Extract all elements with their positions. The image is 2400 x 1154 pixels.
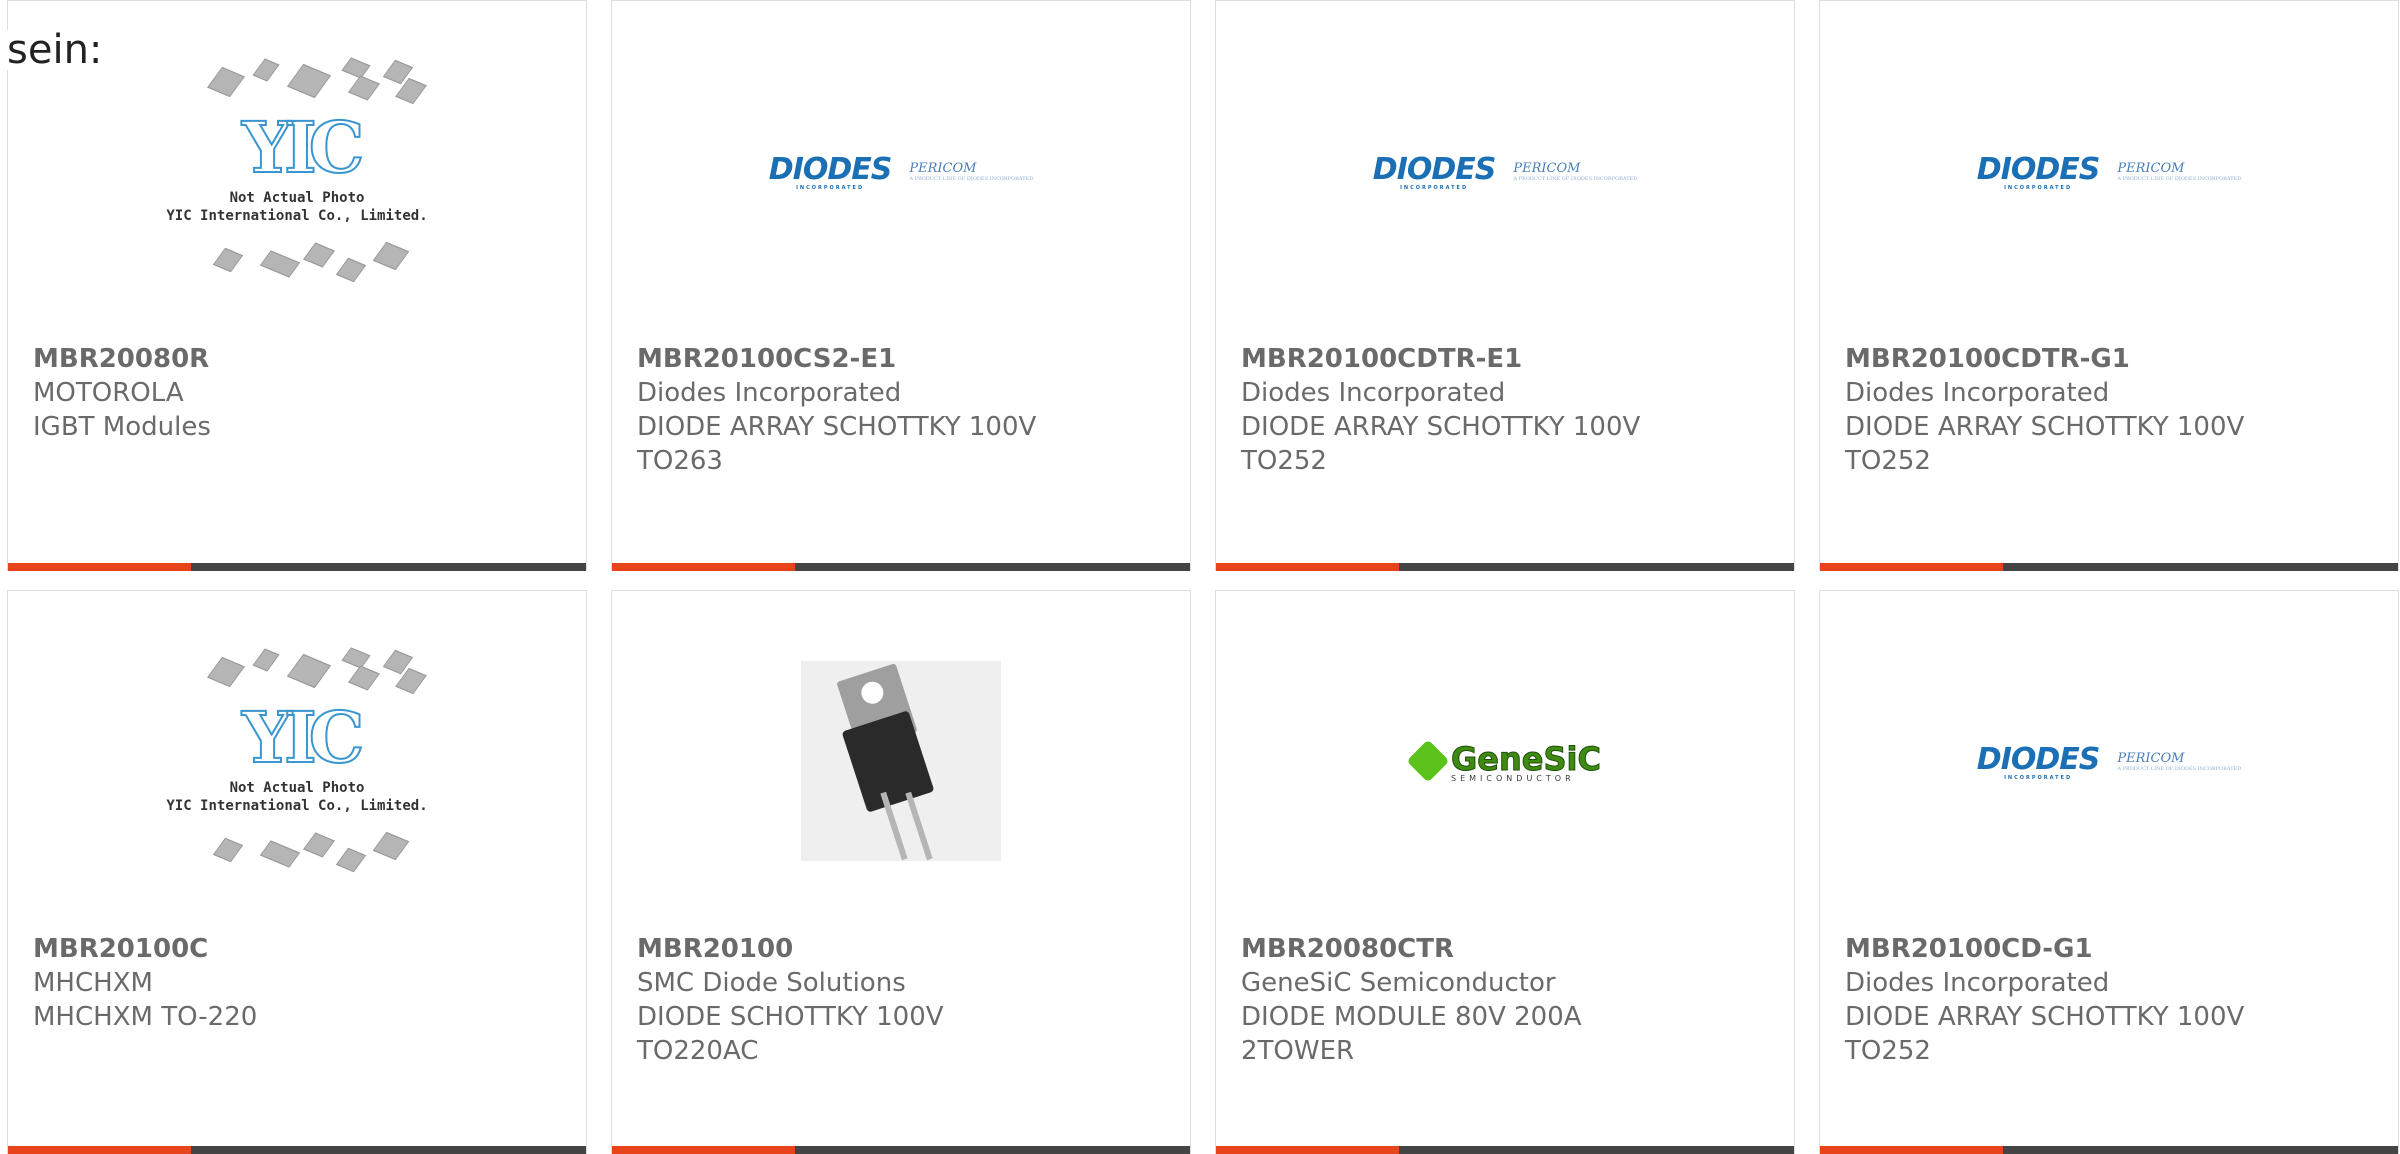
product-image: DIODES INCORPORATED PERICOM A PRODUCT LINE… [1216, 1, 1794, 341]
product-image: DIODES INCORPORATED PERICOM A PRODUCT LINE… [1820, 591, 2398, 931]
part-number[interactable]: MBR20080CTR [1241, 932, 1784, 966]
manufacturer: GeneSiC Semiconductor [1241, 968, 1556, 998]
description: IGBT Modules [33, 412, 211, 442]
yic-caption-company: YIC International Co., Limited. [166, 798, 428, 814]
part-number[interactable]: MBR20080R [33, 342, 576, 376]
part-number[interactable]: MBR20100CD-G1 [1845, 932, 2388, 966]
product-card[interactable]: YIC Not Actual Photo YIC International Co… [7, 0, 587, 571]
product-image: DIODES INCORPORATED PERICOM A PRODUCT LINE… [612, 1, 1190, 341]
package: 2TOWER [1241, 1036, 1355, 1066]
description: DIODE ARRAY SCHOTTKY 100V [637, 412, 1037, 442]
manufacturer: MHCHXM [33, 968, 153, 998]
product-image: YIC Not Actual Photo YIC International Co… [8, 591, 586, 931]
description: DIODE MODULE 80V 200A [1241, 1002, 1582, 1032]
description: DIODE SCHOTTKY 100V [637, 1002, 944, 1032]
yic-caption-company: YIC International Co., Limited. [166, 208, 428, 224]
description: DIODE ARRAY SCHOTTKY 100V [1845, 1002, 2245, 1032]
yic-placeholder-image: YIC Not Actual Photo YIC International Co… [162, 641, 432, 881]
card-bar [612, 1146, 1190, 1154]
package: TO263 [637, 446, 723, 476]
yic-logo: YIC [241, 105, 365, 190]
diodes-logo: DIODES INCORPORATED PERICOM A PRODUCT LINE… [1976, 741, 2242, 781]
product-image: GeneSiC SEMICONDUCTOR [1216, 591, 1794, 931]
product-image: DIODES INCORPORATED PERICOM A PRODUCT LINE… [1820, 1, 2398, 341]
part-number[interactable]: MBR20100 [637, 932, 1180, 966]
part-number[interactable]: MBR20100CDTR-E1 [1241, 342, 1784, 376]
manufacturer: Diodes Incorporated [1241, 378, 1506, 408]
package: TO252 [1241, 446, 1327, 476]
product-card[interactable]: DIODES INCORPORATED PERICOM A PRODUCT LINE… [1819, 590, 2399, 1154]
manufacturer: MOTOROLA [33, 378, 184, 408]
package: TO220AC [637, 1036, 759, 1066]
yic-caption: Not Actual Photo [229, 190, 365, 206]
card-bar [1216, 563, 1794, 571]
part-number[interactable]: MBR20100CS2-E1 [637, 342, 1180, 376]
manufacturer: Diodes Incorporated [1845, 378, 2110, 408]
to220-photo [801, 661, 1001, 861]
package: TO252 [1845, 446, 1931, 476]
product-card[interactable]: MBR20100 SMC Diode Solutions DIODE SCHOT… [611, 590, 1191, 1154]
product-card[interactable]: DIODES INCORPORATED PERICOM A PRODUCT LINE… [1215, 0, 1795, 571]
description: DIODE ARRAY SCHOTTKY 100V [1241, 412, 1641, 442]
product-card[interactable]: DIODES INCORPORATED PERICOM A PRODUCT LINE… [1819, 0, 2399, 571]
card-bar [1216, 1146, 1794, 1154]
description: MHCHXM TO-220 [33, 1002, 258, 1032]
part-number[interactable]: MBR20100C [33, 932, 576, 966]
card-bar [612, 563, 1190, 571]
yic-caption: Not Actual Photo [229, 780, 365, 796]
card-bar [8, 1146, 586, 1154]
product-card[interactable]: DIODES INCORPORATED PERICOM A PRODUCT LINE… [611, 0, 1191, 571]
product-grid: YIC Not Actual Photo YIC International Co… [7, 0, 2400, 1154]
yic-logo: YIC [241, 695, 365, 780]
diodes-logo: DIODES INCORPORATED PERICOM A PRODUCT LINE… [1372, 151, 1638, 191]
yic-placeholder-image: YIC Not Actual Photo YIC International Co… [162, 51, 432, 291]
genesic-logo: GeneSiC SEMICONDUCTOR [1406, 739, 1601, 783]
diodes-logo: DIODES INCORPORATED PERICOM A PRODUCT LINE… [1976, 151, 2242, 191]
package: TO252 [1845, 1036, 1931, 1066]
description: DIODE ARRAY SCHOTTKY 100V [1845, 412, 2245, 442]
product-image [612, 591, 1190, 931]
part-number[interactable]: MBR20100CDTR-G1 [1845, 342, 2388, 376]
diodes-logo: DIODES INCORPORATED PERICOM A PRODUCT LINE… [768, 151, 1034, 191]
manufacturer: Diodes Incorporated [1845, 968, 2110, 998]
card-bar [8, 563, 586, 571]
manufacturer: Diodes Incorporated [637, 378, 902, 408]
card-bar [1820, 563, 2398, 571]
manufacturer: SMC Diode Solutions [637, 968, 906, 998]
product-card[interactable]: GeneSiC SEMICONDUCTOR MBR20080CTR GeneSiC… [1215, 590, 1795, 1154]
card-bar [1820, 1146, 2398, 1154]
intro-text: sein: [7, 30, 111, 70]
product-card[interactable]: YIC Not Actual Photo YIC International Co… [7, 590, 587, 1154]
